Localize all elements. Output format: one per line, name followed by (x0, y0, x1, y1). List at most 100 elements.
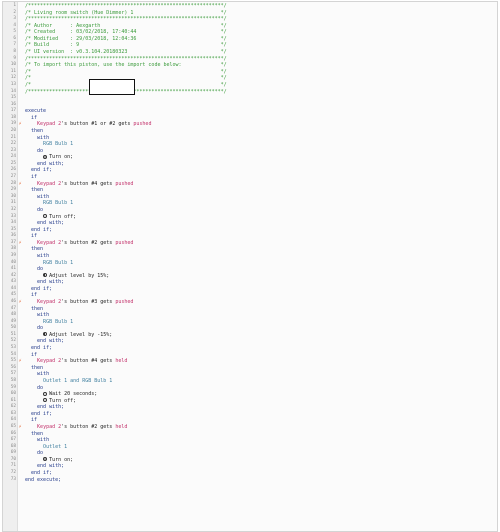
command-text[interactable]: Wait 20 seconds; (49, 391, 97, 397)
code-line[interactable]: 22 RGB Bulb 1 (3, 141, 497, 148)
code-line[interactable]: 1 /**************************************… (3, 3, 497, 10)
device-name[interactable]: Keypad 2 (37, 240, 61, 246)
code-line[interactable]: 65 ⚡ Keypad 2's button #2 gets held (3, 424, 497, 431)
code-line[interactable]: 62 end with; (3, 404, 497, 411)
code-line[interactable]: 16 (3, 102, 497, 109)
code-line[interactable]: 6/* Modified : 29/03/2018, 12:04:36 */ (3, 36, 497, 43)
code-line[interactable]: 11/* */ (3, 69, 497, 76)
code-line[interactable]: 54 if (3, 352, 497, 359)
comment-line: /* */ (25, 68, 227, 75)
event-value[interactable]: pushed (115, 240, 133, 246)
code-line[interactable]: 36 if (3, 233, 497, 240)
code-line[interactable]: 31 RGB Bulb 1 (3, 200, 497, 207)
command-statement: Turn on; (25, 457, 493, 464)
code-line[interactable]: 19 ⚡ Keypad 2's button #1 or #2 gets push… (3, 121, 497, 128)
code-line[interactable]: 14/*************************************… (3, 89, 497, 96)
code-line[interactable]: 23 do (3, 148, 497, 155)
code-line[interactable]: 55 ⚡ Keypad 2's button #4 gets held (3, 358, 497, 365)
code-line[interactable]: 28 ⚡ Keypad 2's button #4 gets pushed (3, 181, 497, 188)
code-line[interactable]: 34 end with; (3, 220, 497, 227)
code-line[interactable]: 67 with (3, 437, 497, 444)
code-line[interactable]: 73 end execute; (3, 477, 497, 484)
command-text[interactable]: Adjust level by 15%; (49, 273, 109, 279)
code-line[interactable]: 20 then (3, 128, 497, 135)
code-line[interactable]: 40 RGB Bulb 1 (3, 260, 497, 267)
code-line[interactable]: 35 end if; (3, 227, 497, 234)
code-line[interactable]: 13/* */ (3, 82, 497, 89)
device-name[interactable]: Keypad 2 (37, 358, 61, 364)
code-line[interactable]: 4/* Author : Aexgarth */ (3, 23, 497, 30)
code-line[interactable]: 29 then (3, 187, 497, 194)
code-line[interactable]: 21 with (3, 135, 497, 142)
code-line[interactable]: 15 (3, 95, 497, 102)
code-line[interactable]: 43 end with; (3, 279, 497, 286)
code-line[interactable]: 41 do (3, 266, 497, 273)
code-line[interactable]: 60 Wait 20 seconds; (3, 391, 497, 398)
code-line[interactable]: 56 then (3, 365, 497, 372)
device-name[interactable]: Keypad 2 (37, 299, 61, 305)
code-line[interactable]: 7/* Build : 9 */ (3, 42, 497, 49)
code-line[interactable]: 49 RGB Bulb 1 (3, 319, 497, 326)
code-line[interactable]: 38 then (3, 246, 497, 253)
code-line[interactable]: 18 if (3, 115, 497, 122)
code-line[interactable]: 32 do (3, 207, 497, 214)
device-name[interactable]: Keypad 2 (37, 181, 61, 187)
code-line[interactable]: 5 /* Created : 03/02/2018, 17:40:44 */ (3, 29, 497, 36)
code-line[interactable]: 2/* Living room switch (Hue Dimmer) 1 */ (3, 10, 497, 17)
command-text[interactable]: Turn off; (49, 398, 76, 404)
code-line[interactable]: 27 if (3, 174, 497, 181)
code-line[interactable]: 10 /* To import this piston, use the impo… (3, 62, 497, 69)
command-statement: Adjust level by -15%; (25, 332, 493, 339)
command-text[interactable]: Turn on; (49, 154, 73, 160)
code-line[interactable]: 51 Adjust level by -15%; (3, 332, 497, 339)
keyword: if (25, 233, 38, 240)
code-line[interactable]: 26 end if; (3, 167, 497, 174)
line-number: 27 (10, 174, 16, 180)
code-line[interactable]: 57 with (3, 371, 497, 378)
code-line[interactable]: 53 end if; (3, 345, 497, 352)
line-number: 34 (10, 220, 16, 226)
code-line[interactable]: 47 then (3, 306, 497, 313)
code-line[interactable]: 72 end if; (3, 470, 497, 477)
code-line[interactable]: 50 do (3, 325, 497, 332)
event-value[interactable]: held (115, 424, 127, 430)
code-line[interactable]: 39 with (3, 253, 497, 260)
code-line[interactable]: 66 then (3, 431, 497, 438)
code-line[interactable]: 63 end if; (3, 411, 497, 418)
code-line[interactable]: 24 Turn on; (3, 154, 497, 161)
code-line[interactable]: 59 do (3, 385, 497, 392)
code-line[interactable]: 70 Turn on; (3, 457, 497, 464)
command-text[interactable]: Turn off; (49, 214, 76, 220)
code-line[interactable]: 30 with (3, 194, 497, 201)
code-line[interactable]: 45 if (3, 292, 497, 299)
event-value[interactable]: held (115, 358, 127, 364)
code-line[interactable]: 12/* */ (3, 75, 497, 82)
event-value[interactable]: pushed (115, 181, 133, 187)
code-line[interactable]: 42 Adjust level by 15%; (3, 273, 497, 280)
code-line[interactable]: 68 Outlet 1 (3, 444, 497, 451)
command-text[interactable]: Adjust level by -15%; (49, 332, 112, 338)
import-code-box[interactable] (89, 79, 135, 95)
code-line[interactable]: 71 end with; (3, 463, 497, 470)
event-value[interactable]: pushed (115, 299, 133, 305)
code-line[interactable]: 25 end with; (3, 161, 497, 168)
code-line[interactable]: 3 /**************************************… (3, 16, 497, 23)
device-name[interactable]: Keypad 2 (37, 424, 61, 430)
code-line[interactable]: 48 with (3, 312, 497, 319)
code-line[interactable]: 52 end with; (3, 338, 497, 345)
command-text[interactable]: Turn on; (49, 457, 73, 463)
code-line[interactable]: 37 ⚡ Keypad 2's button #2 gets pushed (3, 240, 497, 247)
code-line[interactable]: 17 execute (3, 108, 497, 115)
code-line[interactable]: 8 /* UI version : v0.3.104.20180323 */ (3, 49, 497, 56)
code-line[interactable]: 33 Turn off; (3, 214, 497, 221)
code-line[interactable]: 64 if (3, 417, 497, 424)
code-line[interactable]: 44 end if; (3, 286, 497, 293)
device-list: Outlet 1 and RGB Bulb 1 (25, 377, 113, 384)
code-line[interactable]: 61 Turn off; (3, 398, 497, 405)
code-line[interactable]: 58 Outlet 1 and RGB Bulb 1 (3, 378, 497, 385)
code-line[interactable]: 46 ⚡ Keypad 2's button #3 gets pushed (3, 299, 497, 306)
code-line[interactable]: 69 do (3, 450, 497, 457)
device-name[interactable]: Keypad 2 (37, 121, 61, 127)
code-line[interactable]: 9/**************************************… (3, 56, 497, 63)
event-value[interactable]: pushed (133, 121, 151, 127)
